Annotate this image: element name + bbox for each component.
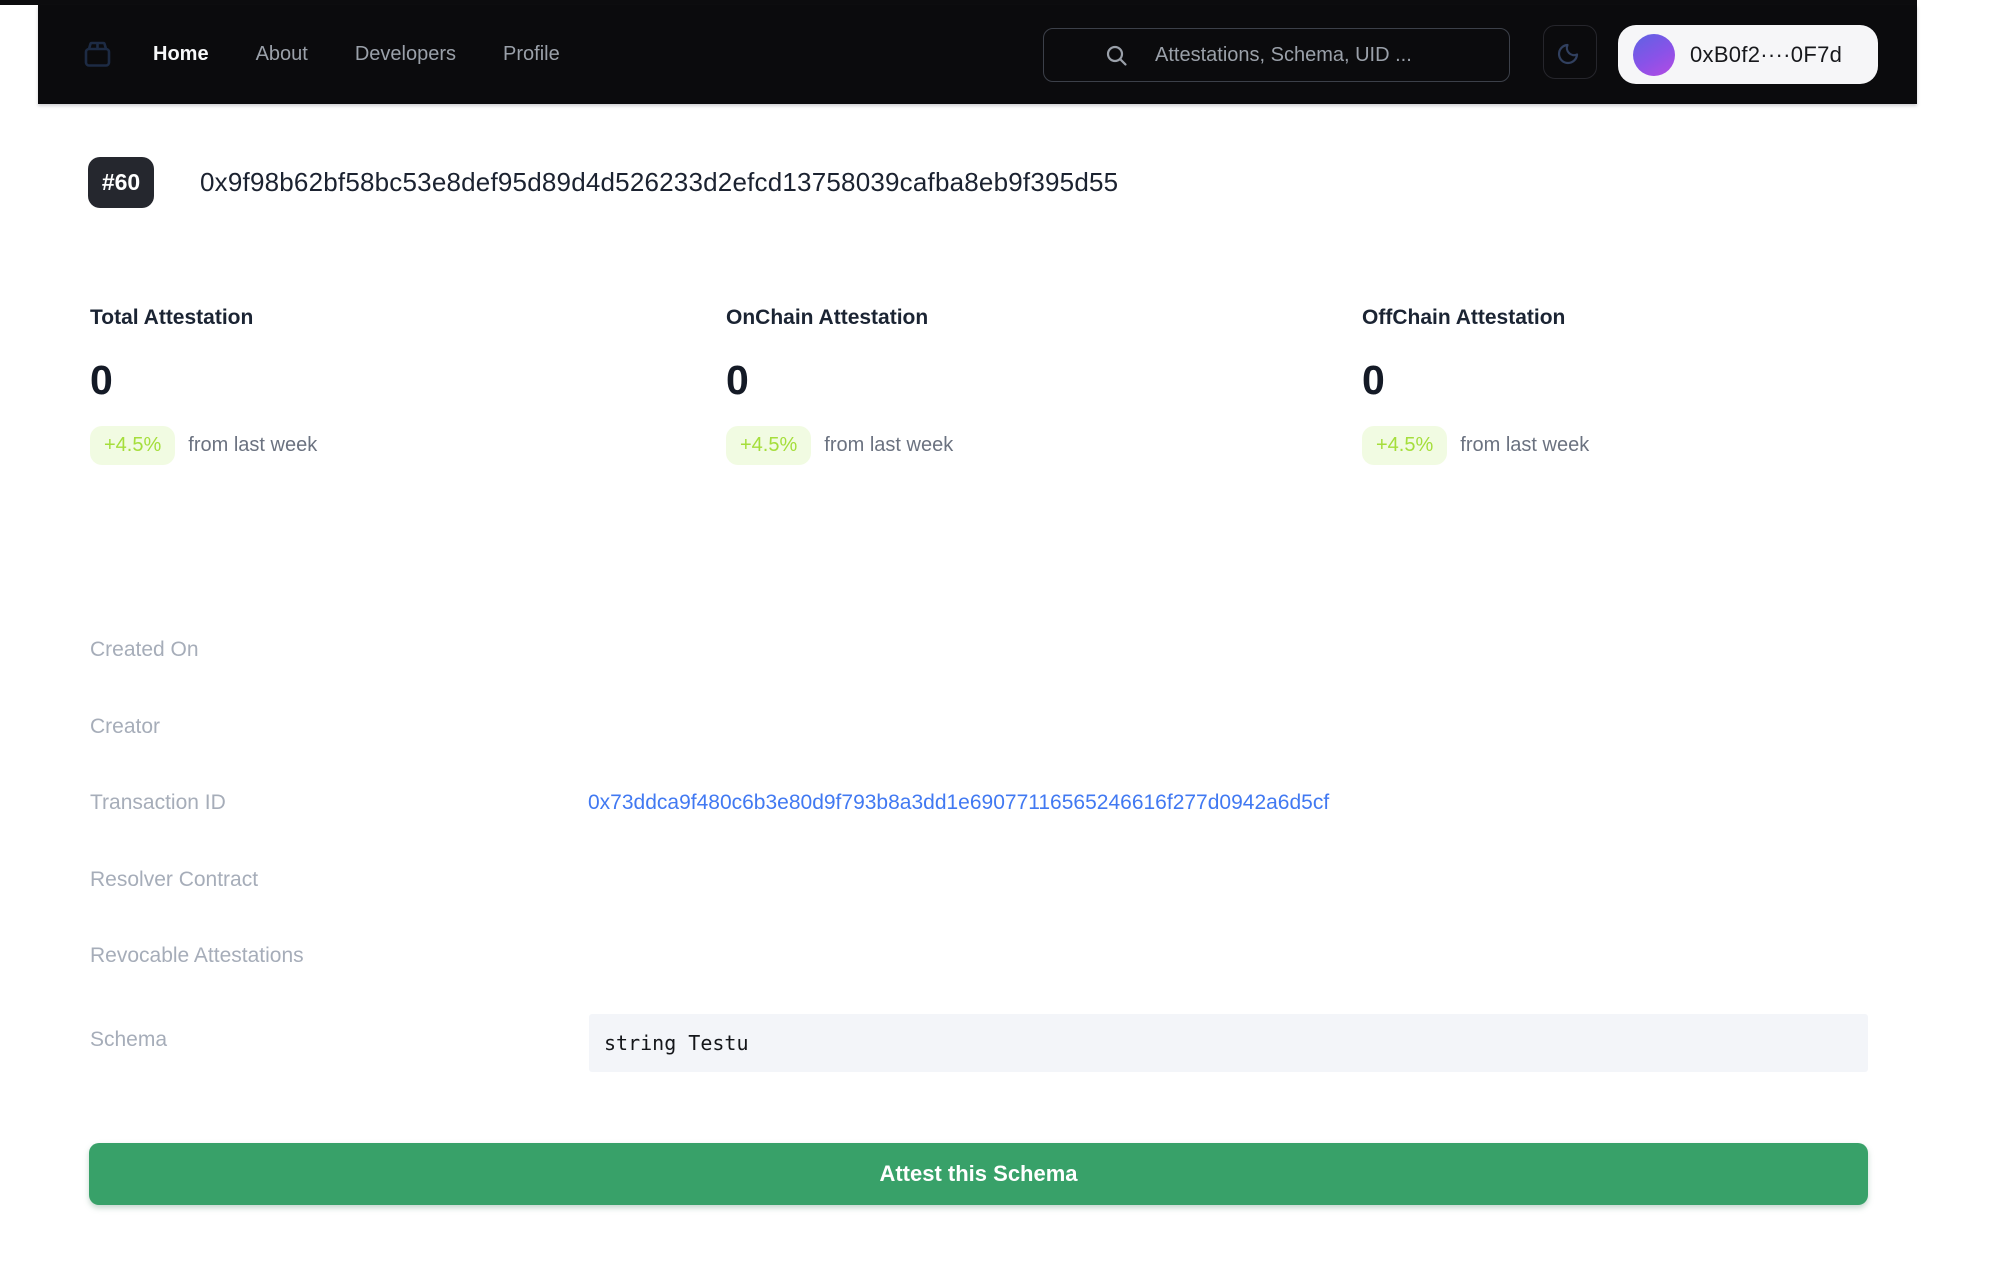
stat-value: 0 — [90, 360, 650, 401]
schema-number-badge: #60 — [88, 157, 154, 208]
detail-label-schema: Schema — [90, 1028, 167, 1052]
search-icon — [1104, 43, 1129, 68]
schema-definition-box: string Testu — [589, 1014, 1868, 1072]
wallet-button[interactable]: 0xB0f2····0F7d — [1618, 25, 1878, 84]
change-percent-badge: +4.5% — [1362, 426, 1447, 465]
schema-definition-text: string Testu — [604, 1031, 749, 1055]
package-box-icon — [82, 39, 113, 70]
transaction-id-link[interactable]: 0x73ddca9f480c6b3e80d9f793b8a3dd1e690771… — [588, 791, 1329, 815]
stat-card-offchain: OffChain Attestation 0 +4.5% from last w… — [1362, 306, 1922, 465]
detail-label-created-on: Created On — [90, 638, 199, 662]
main-nav: Home About Developers Profile — [153, 5, 560, 104]
stat-value: 0 — [1362, 360, 1922, 401]
stat-title: OffChain Attestation — [1362, 306, 1922, 330]
theme-toggle-button[interactable] — [1543, 25, 1597, 79]
nav-item-home[interactable]: Home — [153, 43, 209, 66]
nav-item-developers[interactable]: Developers — [355, 43, 456, 66]
change-percent-badge: +4.5% — [90, 426, 175, 465]
stat-title: OnChain Attestation — [726, 306, 1286, 330]
stat-card-total: Total Attestation 0 +4.5% from last week — [90, 306, 650, 465]
stat-change: +4.5% from last week — [1362, 426, 1922, 465]
page: Home About Developers Profile 0x — [0, 0, 1999, 1267]
search-box — [1043, 28, 1510, 82]
nav-item-profile[interactable]: Profile — [503, 43, 560, 66]
stat-change: +4.5% from last week — [726, 426, 1286, 465]
detail-label-creator: Creator — [90, 715, 160, 739]
wallet-avatar — [1633, 34, 1675, 76]
change-percent-badge: +4.5% — [726, 426, 811, 465]
wallet-address: 0xB0f2····0F7d — [1690, 42, 1842, 68]
attest-schema-button[interactable]: Attest this Schema — [89, 1143, 1868, 1205]
detail-label-revocable: Revocable Attestations — [90, 944, 304, 968]
stat-change: +4.5% from last week — [90, 426, 650, 465]
stat-value: 0 — [726, 360, 1286, 401]
change-note: from last week — [1460, 434, 1589, 457]
change-note: from last week — [188, 434, 317, 457]
navbar: Home About Developers Profile 0x — [38, 5, 1917, 104]
stat-title: Total Attestation — [90, 306, 650, 330]
detail-label-transaction: Transaction ID — [90, 791, 226, 815]
change-note: from last week — [824, 434, 953, 457]
search-input[interactable] — [1155, 44, 1509, 67]
stat-card-onchain: OnChain Attestation 0 +4.5% from last we… — [726, 306, 1286, 465]
moon-icon — [1556, 38, 1584, 66]
schema-uid: 0x9f98b62bf58bc53e8def95d89d4d526233d2ef… — [200, 157, 1118, 208]
detail-label-resolver: Resolver Contract — [90, 868, 258, 892]
nav-item-about[interactable]: About — [256, 43, 308, 66]
